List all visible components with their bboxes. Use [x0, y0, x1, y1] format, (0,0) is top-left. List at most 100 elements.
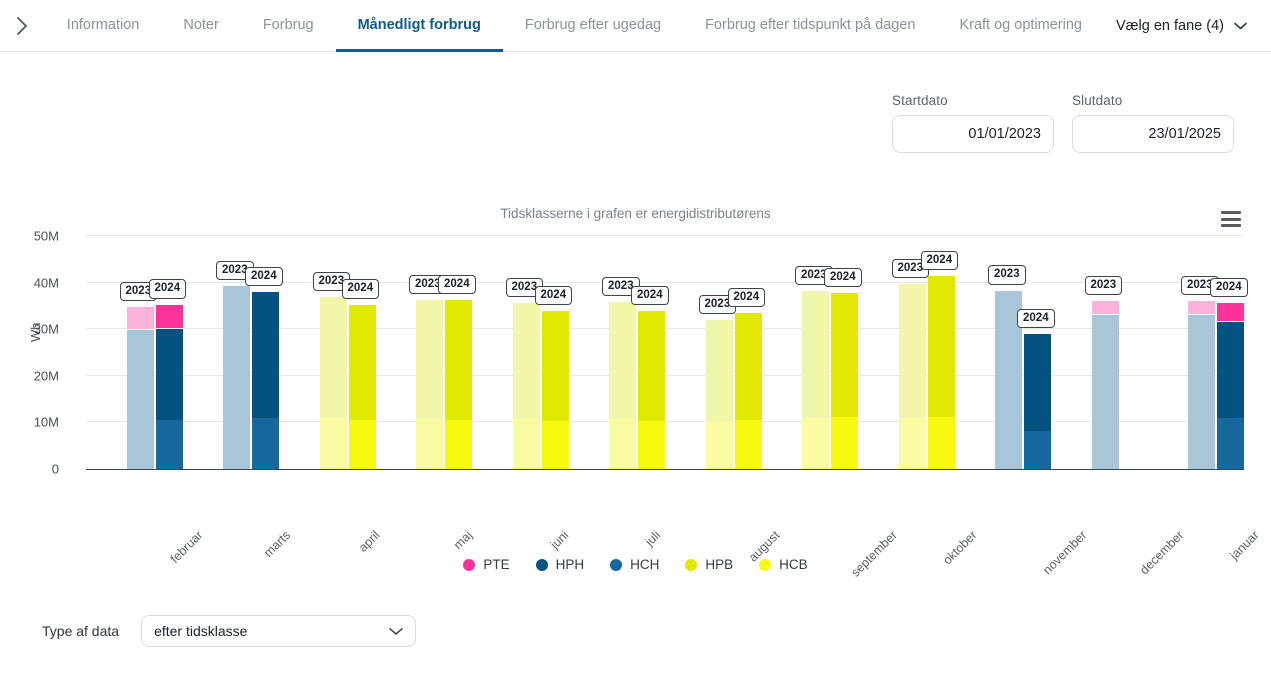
bar[interactable]	[831, 292, 859, 469]
tab-noter[interactable]: Noter	[161, 0, 240, 52]
bar[interactable]	[1188, 301, 1216, 469]
data-type-control: Type af data efter tidsklasse	[42, 615, 417, 647]
plot-area: 0 10M 20M 30M 40M 50M 2023 2024 februar 2023 2024 m…	[34, 229, 1262, 580]
start-date-input[interactable]: 01/01/2023	[892, 115, 1054, 153]
bar[interactable]	[927, 275, 955, 469]
bar[interactable]	[319, 296, 347, 469]
legend-item-hcb[interactable]: HCB	[759, 557, 808, 572]
bar[interactable]	[252, 291, 280, 469]
data-type-value: efter tidsklasse	[154, 623, 248, 639]
date-range-filters: Startdato 01/01/2023 Slutdato 23/01/2025	[892, 93, 1234, 153]
bar-year-chip: 2024	[148, 279, 187, 299]
tab-label: Forbrug	[262, 16, 314, 33]
bar-year-chip: 2024	[631, 285, 669, 305]
bar-segment-hpb	[898, 284, 926, 418]
legend-label: HPB	[705, 557, 734, 572]
bar-segment-hpb	[319, 296, 347, 418]
bar[interactable]	[512, 302, 540, 469]
bar[interactable]	[223, 286, 251, 469]
bar-segment-hcb	[416, 419, 444, 469]
bar-segment-hch	[223, 415, 251, 469]
bar-segment-hpb	[609, 301, 637, 420]
end-date-input[interactable]: 23/01/2025	[1072, 115, 1234, 153]
bar[interactable]	[1024, 334, 1052, 469]
legend-label: HCB	[779, 557, 808, 572]
tab-label: Noter	[183, 16, 219, 33]
tab-list: Information Noter Forbrug Månedligt forbrug…	[45, 0, 1104, 52]
bar-segment-hph	[1024, 334, 1052, 431]
bar-group: 2023 2024	[698, 236, 766, 469]
y-axis-tick: 20M	[33, 368, 59, 384]
tab-picker-label: Vælg en fane (4)	[1115, 17, 1224, 34]
bar-year-chip: 2024	[727, 287, 766, 307]
y-axis-tick: 30M	[33, 321, 59, 337]
tab-picker-dropdown[interactable]: Vælg en fane (4)	[1104, 0, 1271, 51]
bar-segment-hpb	[348, 304, 376, 420]
hamburger-menu-icon[interactable]	[1221, 211, 1241, 227]
data-type-select[interactable]: efter tidsklasse	[141, 615, 417, 647]
legend-item-hph[interactable]: HPH	[535, 557, 585, 572]
bar[interactable]	[609, 301, 637, 469]
tab-forbrug[interactable]: Forbrug	[241, 0, 336, 52]
bar-segment-hpb	[541, 310, 569, 421]
bar-segment-hcb	[609, 419, 637, 469]
bar-segment-hch	[1024, 430, 1052, 469]
bar-year-chip: 2024	[245, 266, 283, 286]
x-axis-tick: maj	[450, 528, 476, 553]
bar[interactable]	[898, 284, 926, 469]
bar-year-chip: 2024	[1210, 277, 1248, 297]
bar[interactable]	[541, 310, 569, 469]
tab-m-nedligt-forbrug[interactable]: Månedligt forbrug	[335, 0, 503, 52]
bar[interactable]	[348, 304, 376, 469]
y-axis-tick: 40M	[33, 275, 59, 291]
y-axis-tick: 10M	[33, 414, 59, 430]
bar-group: 2023 2024	[1181, 236, 1248, 469]
tab-bar: Information Noter Forbrug Månedligt forbrug…	[0, 0, 1271, 52]
bar-segment-hpb	[445, 300, 473, 420]
bar[interactable]	[416, 300, 444, 469]
x-axis-tick: juli	[642, 528, 664, 549]
bar-segment-hcb	[898, 417, 926, 469]
bar-year-chip: 2024	[341, 279, 380, 299]
bar-segment-hpb	[927, 275, 955, 417]
legend-color-swatch	[685, 558, 698, 571]
data-type-label: Type af data	[42, 623, 120, 639]
bar[interactable]	[734, 312, 762, 469]
bar[interactable]	[126, 306, 154, 469]
bar[interactable]	[445, 300, 473, 469]
legend-item-pte[interactable]: PTE	[463, 557, 510, 572]
expand-sidebar-button[interactable]	[0, 0, 45, 51]
monthly-consumption-chart: Tidsklasserne i grafen er energidistribu…	[0, 190, 1271, 590]
bar-segment-hph	[223, 286, 251, 416]
bar-segment-hcb	[348, 419, 376, 469]
bar[interactable]	[802, 291, 830, 469]
bar[interactable]	[1217, 302, 1245, 469]
bar[interactable]	[638, 310, 666, 469]
bar-segment-hph	[1188, 315, 1216, 420]
tab-forbrug-efter-ugedag[interactable]: Forbrug efter ugedag	[503, 0, 683, 52]
bar-group: 2023 2024	[795, 236, 862, 469]
bar-segment-hcb	[541, 420, 569, 469]
bar[interactable]	[705, 319, 733, 469]
tab-label: Forbrug efter tidspunkt på dagen	[705, 16, 916, 33]
bar[interactable]	[155, 304, 183, 469]
bar-year-chip: 2024	[438, 275, 476, 295]
bar-year-chip: 2024	[824, 267, 862, 287]
tab-kraft-og-optimering[interactable]: Kraft og optimering	[937, 0, 1104, 52]
bar-segment-hch	[252, 417, 280, 469]
legend-label: PTE	[483, 557, 510, 572]
chevron-right-icon	[14, 15, 30, 37]
bar-segment-hch	[126, 420, 154, 469]
legend-color-swatch	[759, 558, 772, 571]
bar-segment-hpb	[734, 312, 762, 421]
bar-group: 2023 2024	[409, 236, 476, 469]
bar-segment-hcb	[445, 419, 473, 469]
end-date-field: Slutdato 23/01/2025	[1072, 93, 1234, 153]
legend-label: HPH	[555, 557, 585, 572]
tab-forbrug-efter-tidspunkt-p-dagen[interactable]: Forbrug efter tidspunkt på dagen	[683, 0, 937, 52]
tab-information[interactable]: Information	[45, 0, 162, 52]
legend-item-hch[interactable]: HCH	[610, 557, 659, 572]
bar-segment-pte	[155, 304, 183, 330]
bar[interactable]	[1091, 301, 1119, 469]
legend-item-hpb[interactable]: HPB	[685, 557, 733, 572]
